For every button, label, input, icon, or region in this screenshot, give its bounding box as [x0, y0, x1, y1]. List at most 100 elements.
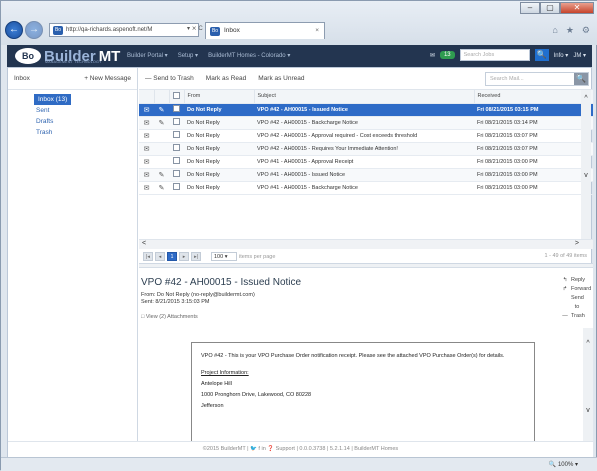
message-row[interactable]: ✉ Do Not Reply VPO #42 - AH00015 - Approva…: [139, 129, 593, 143]
row-received: Fri 08/21/2015 03:00 PM: [474, 168, 583, 182]
no-attachment: [154, 155, 169, 169]
nav-setup[interactable]: Setup ▾: [178, 52, 198, 59]
forward-button[interactable]: →: [25, 21, 43, 39]
site-favicon-icon: Bo: [53, 26, 63, 35]
prev-page-button[interactable]: ◂: [155, 252, 165, 261]
last-page-button[interactable]: ▸|: [191, 252, 201, 261]
mail-search-icon[interactable]: 🔍: [574, 73, 588, 85]
message-row[interactable]: ✉ ✎ Do Not Reply VPO #42 - AH00015 - Backch…: [139, 116, 593, 130]
home-icon[interactable]: ⌂: [552, 25, 557, 36]
mark-as-read-button[interactable]: Mark as Read: [206, 75, 246, 82]
preview-body: VPO #42 - This is your VPO Purchase Orde…: [191, 342, 535, 441]
nav-company[interactable]: BuilderMT Homes - Colorado ▾: [208, 52, 290, 59]
reply-label: Reply: [571, 277, 586, 283]
row-checkbox[interactable]: [169, 129, 184, 143]
row-from: Do Not Reply: [184, 129, 254, 143]
row-subject: VPO #42 - AH00015 - Backcharge Notice: [254, 116, 474, 130]
back-button[interactable]: ←: [5, 21, 23, 39]
preview-scroll-up-arrow[interactable]: ^: [583, 328, 593, 347]
logo-tagline: MANAGEMENT TECHNOLOGY: [45, 60, 102, 64]
grid-horizontal-scrollbar[interactable]: < >: [139, 239, 593, 249]
row-checkbox[interactable]: [169, 103, 184, 117]
row-checkbox[interactable]: [169, 142, 184, 156]
preview-scrollbar[interactable]: ^ v: [583, 328, 593, 441]
logo-mark: Bo: [15, 48, 41, 64]
zoom-level-control[interactable]: 🔍 100% ▾: [549, 461, 578, 468]
info-menu[interactable]: Info ▾: [554, 52, 569, 59]
forward-icon: ↱: [562, 286, 568, 292]
browser-tab-inbox[interactable]: Bo Inbox ×: [205, 22, 325, 39]
row-checkbox[interactable]: [169, 155, 184, 169]
view-attachments-link[interactable]: □ View (2) Attachments: [141, 314, 198, 320]
mail-count-badge[interactable]: 13: [439, 51, 455, 59]
address-controls[interactable]: ▾ ⨯ C: [187, 25, 203, 32]
paperclip-icon: ✎: [154, 103, 169, 117]
reply-button[interactable]: ↰ Reply: [559, 276, 586, 285]
send-to-trash-button[interactable]: — Send to Trash: [145, 75, 194, 82]
mail-search-input[interactable]: Search Mail... 🔍: [485, 72, 589, 86]
preview-trash-button[interactable]: —Send to Trash: [559, 294, 585, 321]
next-page-button[interactable]: ▸: [179, 252, 189, 261]
header-read-col: [139, 90, 155, 104]
folder-drafts[interactable]: Drafts: [8, 116, 137, 127]
scroll-left-arrow[interactable]: <: [142, 240, 146, 247]
header-subject[interactable]: Subject: [254, 90, 475, 104]
forward-button[interactable]: ↱ Forward: [559, 285, 591, 294]
header-select-all[interactable]: [169, 90, 185, 104]
buildermt-logo[interactable]: Bo Builder MT MANAGEMENT TECHNOLOGY: [15, 47, 120, 65]
no-attachment: [154, 142, 169, 156]
scroll-down-arrow[interactable]: v: [581, 102, 591, 179]
select-all-checkbox[interactable]: [173, 91, 180, 99]
page-size-select[interactable]: 100 ▾: [211, 252, 237, 261]
mail-icon[interactable]: ✉: [430, 52, 435, 59]
grid-vertical-scrollbar[interactable]: ^ v: [581, 90, 591, 240]
address-text: http://qa-richards.aspenoft.net/M: [66, 27, 153, 33]
row-checkbox[interactable]: [169, 168, 184, 182]
first-page-button[interactable]: |◂: [143, 252, 153, 261]
tab-title: Inbox: [224, 27, 240, 34]
row-received: Fri 08/21/2015 03:15 PM: [474, 103, 583, 117]
message-row[interactable]: ✉ ✎ Do Not Reply VPO #41 - AH00015 - Issued…: [139, 168, 593, 182]
scroll-right-arrow[interactable]: >: [575, 240, 579, 247]
reply-icon: ↰: [562, 277, 568, 283]
folder-inbox[interactable]: Inbox (13): [34, 94, 72, 105]
attachment-doc-icon: □: [141, 314, 145, 320]
nav-builder-portal[interactable]: Builder Portal ▾: [127, 52, 168, 59]
row-checkbox[interactable]: [169, 181, 184, 195]
row-checkbox[interactable]: [169, 116, 184, 130]
message-row[interactable]: ✉ Do Not Reply VPO #41 - AH00015 - Approva…: [139, 155, 593, 169]
maximize-button[interactable]: ▢: [540, 2, 560, 14]
body-project-heading: Project Information:: [201, 370, 249, 376]
minimize-button[interactable]: –: [520, 2, 540, 14]
row-subject: VPO #41 - AH00015 - Approval Receipt: [254, 155, 474, 169]
folder-sent[interactable]: Sent: [8, 105, 137, 116]
header-from[interactable]: From: [184, 90, 255, 104]
scroll-up-arrow[interactable]: ^: [581, 90, 591, 102]
attachments-label: View (2) Attachments: [145, 314, 198, 320]
row-from: Do Not Reply: [184, 181, 254, 195]
message-row[interactable]: ✉ Do Not Reply VPO #42 - AH00015 - Require…: [139, 142, 593, 156]
tab-close-icon[interactable]: ×: [315, 23, 319, 39]
preview-scroll-down-arrow[interactable]: v: [583, 347, 593, 414]
search-icon[interactable]: 🔍: [534, 49, 549, 61]
row-from: Do Not Reply: [184, 116, 254, 130]
mark-as-unread-button[interactable]: Mark as Unread: [258, 75, 304, 82]
message-row[interactable]: ✉ ✎ Do Not Reply VPO #41 - AH00015 - Backch…: [139, 181, 593, 195]
folder-trash[interactable]: Trash: [8, 127, 137, 138]
settings-gear-icon[interactable]: ⚙: [582, 25, 590, 36]
current-page-button[interactable]: 1: [167, 252, 177, 261]
header-received[interactable]: Received: [474, 90, 584, 104]
favorites-icon[interactable]: ★: [566, 25, 574, 36]
top-navigation: Builder Portal ▾ Setup ▾ BuilderMT Homes…: [127, 52, 290, 59]
message-row[interactable]: ✉ ✎ Do Not Reply VPO #42 - AH00015 - Issued…: [139, 103, 593, 117]
user-menu[interactable]: JM ▾: [573, 52, 586, 59]
new-message-button[interactable]: + New Message: [84, 75, 131, 82]
close-window-button[interactable]: ✕: [560, 2, 594, 14]
body-community: Antelope Hill: [201, 381, 232, 387]
job-search-input[interactable]: Search Jobs: [459, 49, 530, 61]
address-bar[interactable]: Bo http://qa-richards.aspenoft.net/M: [49, 23, 199, 37]
envelope-icon: ✉: [139, 155, 154, 169]
header-attach-col: [154, 90, 170, 104]
grid-header-row: From Subject Received: [139, 90, 593, 104]
preview-meta: From: Do Not Reply (no-reply@buildermt.c…: [141, 292, 255, 306]
